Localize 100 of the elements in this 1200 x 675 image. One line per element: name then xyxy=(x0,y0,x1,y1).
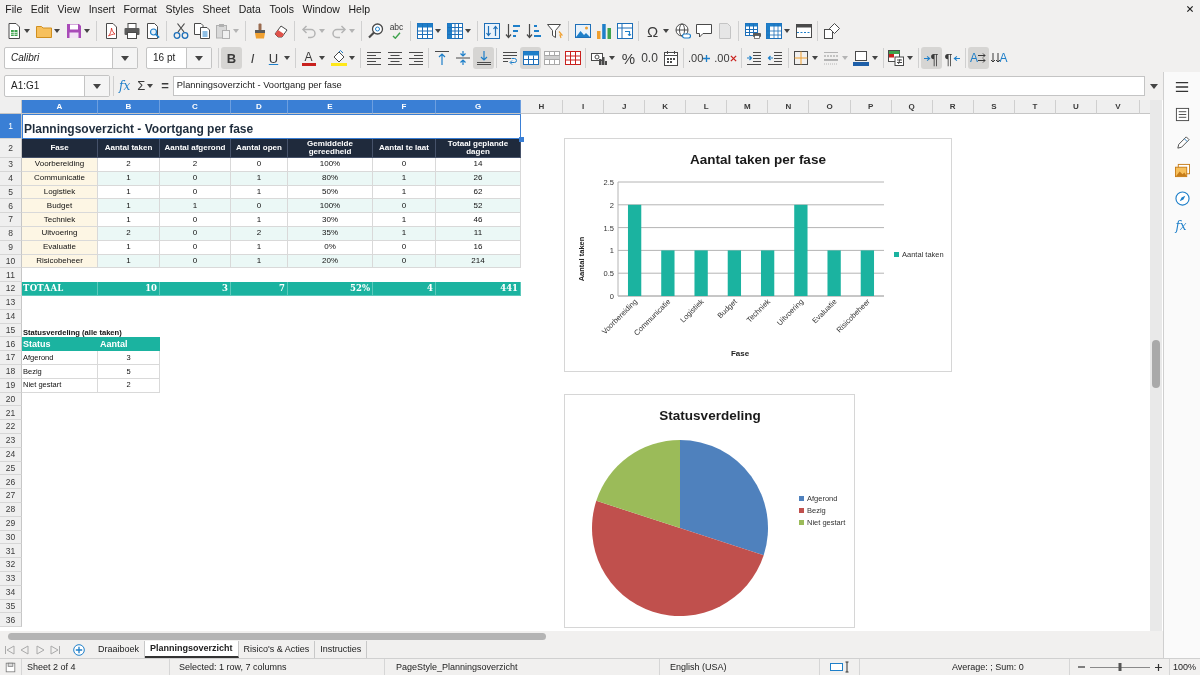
menu-item[interactable]: View xyxy=(53,1,85,17)
panel-icon[interactable] xyxy=(1174,107,1190,122)
plus-circle-icon[interactable] xyxy=(73,643,85,656)
spelling-button[interactable]: abc xyxy=(386,20,407,42)
column-header[interactable]: T xyxy=(1014,100,1056,114)
column-header[interactable]: O xyxy=(809,100,851,114)
column-header[interactable]: M xyxy=(727,100,769,114)
close-icon[interactable] xyxy=(1186,5,1194,13)
scrollbar-thumb[interactable] xyxy=(8,632,546,640)
borders-icon[interactable] xyxy=(793,50,810,66)
right-to-left-button[interactable]: ¶ xyxy=(941,47,963,69)
printer-icon[interactable] xyxy=(123,23,140,39)
dropdown-button[interactable] xyxy=(186,48,211,68)
table-icon[interactable] xyxy=(765,23,782,39)
menu-item[interactable]: Format xyxy=(119,1,162,17)
menu-icon[interactable] xyxy=(1175,80,1189,94)
column-header[interactable]: H xyxy=(521,100,563,114)
column-header[interactable]: J xyxy=(604,100,646,114)
spreadsheet-document-icon[interactable] xyxy=(5,23,22,39)
left-to-right-button[interactable]: ¶ xyxy=(920,47,942,69)
menu-item[interactable]: File xyxy=(1,1,27,17)
column-header[interactable]: A xyxy=(22,100,98,114)
special-character-button[interactable]: Ω xyxy=(642,20,663,42)
menu-item[interactable]: Data xyxy=(234,1,266,17)
row-header[interactable]: 1 xyxy=(0,114,22,139)
pivot-table-icon[interactable] xyxy=(616,23,633,39)
caret-icon[interactable] xyxy=(24,29,30,33)
row-header[interactable]: 17 xyxy=(0,351,22,365)
column-header[interactable]: F xyxy=(373,100,436,114)
pictures-icon[interactable] xyxy=(1174,163,1190,178)
row-header[interactable]: 11 xyxy=(0,268,22,283)
calendar-icon[interactable] xyxy=(662,50,679,66)
caret-icon[interactable] xyxy=(663,29,669,33)
scissors-icon[interactable] xyxy=(172,23,189,39)
column-header[interactable]: L xyxy=(686,100,728,114)
caret-icon[interactable] xyxy=(784,29,790,33)
font-color-button[interactable]: A xyxy=(298,47,319,69)
functions-button[interactable]: fx xyxy=(1175,219,1187,234)
table-columns-icon[interactable] xyxy=(446,23,463,39)
row-header[interactable]: 2 xyxy=(0,139,22,158)
globe-icon[interactable] xyxy=(674,23,691,39)
menu-item[interactable]: Edit xyxy=(26,1,54,17)
sum-button[interactable]: Σ xyxy=(137,78,146,94)
highlighter-icon[interactable] xyxy=(330,50,347,66)
menu-item[interactable]: Sheet xyxy=(198,1,235,17)
caret-icon[interactable] xyxy=(54,29,60,33)
italic-button[interactable]: I xyxy=(242,47,263,69)
caret-icon[interactable] xyxy=(906,56,913,60)
row-header[interactable]: 36 xyxy=(0,613,22,628)
document-magnifier-icon[interactable] xyxy=(144,23,161,39)
row-header[interactable]: 22 xyxy=(0,420,22,434)
row-header[interactable]: 12 xyxy=(0,282,22,296)
copy-icon[interactable] xyxy=(193,23,210,39)
bold-button[interactable]: B xyxy=(221,47,242,69)
align-bottom-button[interactable] xyxy=(473,47,494,69)
column-header[interactable]: V xyxy=(1097,100,1140,114)
clipboard-icon[interactable] xyxy=(214,23,231,39)
add-decimal-button[interactable]: .00 xyxy=(686,47,713,69)
money-icon[interactable] xyxy=(590,50,607,66)
formula-input[interactable]: Planningsoverzicht - Voortgang per fase xyxy=(172,76,1145,96)
merge-cells-icon[interactable] xyxy=(543,50,560,66)
sort-ascending-icon[interactable] xyxy=(504,23,521,39)
caret-icon[interactable] xyxy=(84,29,90,33)
row-header[interactable]: 31 xyxy=(0,544,22,559)
menu-item[interactable]: Help xyxy=(344,1,375,17)
row-header[interactable]: 27 xyxy=(0,489,22,503)
column-header[interactable]: G xyxy=(436,100,521,114)
column-header[interactable]: R xyxy=(932,100,974,114)
search-icon[interactable] xyxy=(367,23,384,39)
align-left-icon[interactable] xyxy=(365,50,382,66)
vertical-text-button[interactable]: A xyxy=(988,47,1010,69)
unmerge-cells-icon[interactable] xyxy=(564,50,581,66)
number-format-button[interactable]: 0.0 xyxy=(639,47,660,69)
row-header[interactable]: 3 xyxy=(0,158,22,172)
row-header[interactable]: 21 xyxy=(0,406,22,421)
compass-icon[interactable] xyxy=(1174,191,1190,206)
formula-button[interactable]: = xyxy=(161,78,169,94)
increase-indent-icon[interactable] xyxy=(746,50,763,66)
fill-handle[interactable] xyxy=(519,137,524,142)
plus-icon[interactable] xyxy=(1155,663,1162,671)
dropdown-button[interactable] xyxy=(112,48,137,68)
row-header[interactable]: 16 xyxy=(0,337,22,352)
selection-mode-icon[interactable] xyxy=(829,661,850,673)
align-right-icon[interactable] xyxy=(407,50,424,66)
caret-icon[interactable] xyxy=(609,56,615,60)
column-header[interactable]: K xyxy=(645,100,687,114)
row-header[interactable]: 7 xyxy=(0,213,22,227)
column-header[interactable]: P xyxy=(850,100,892,114)
font-name-combobox[interactable]: Calibri xyxy=(4,47,138,69)
menu-item[interactable]: Tools xyxy=(265,1,299,17)
sort-icon[interactable] xyxy=(483,23,500,39)
caret-icon[interactable] xyxy=(284,56,290,60)
decrease-indent-icon[interactable] xyxy=(767,50,784,66)
scrollbar-thumb[interactable] xyxy=(1152,340,1160,388)
caret-icon[interactable] xyxy=(1150,83,1158,89)
conditional-format-icon[interactable] xyxy=(888,50,905,66)
slider-thumb[interactable] xyxy=(1118,663,1122,671)
percent-button[interactable]: % xyxy=(618,47,639,69)
caret-icon[interactable] xyxy=(319,56,325,60)
speech-bubble-icon[interactable] xyxy=(695,23,712,39)
